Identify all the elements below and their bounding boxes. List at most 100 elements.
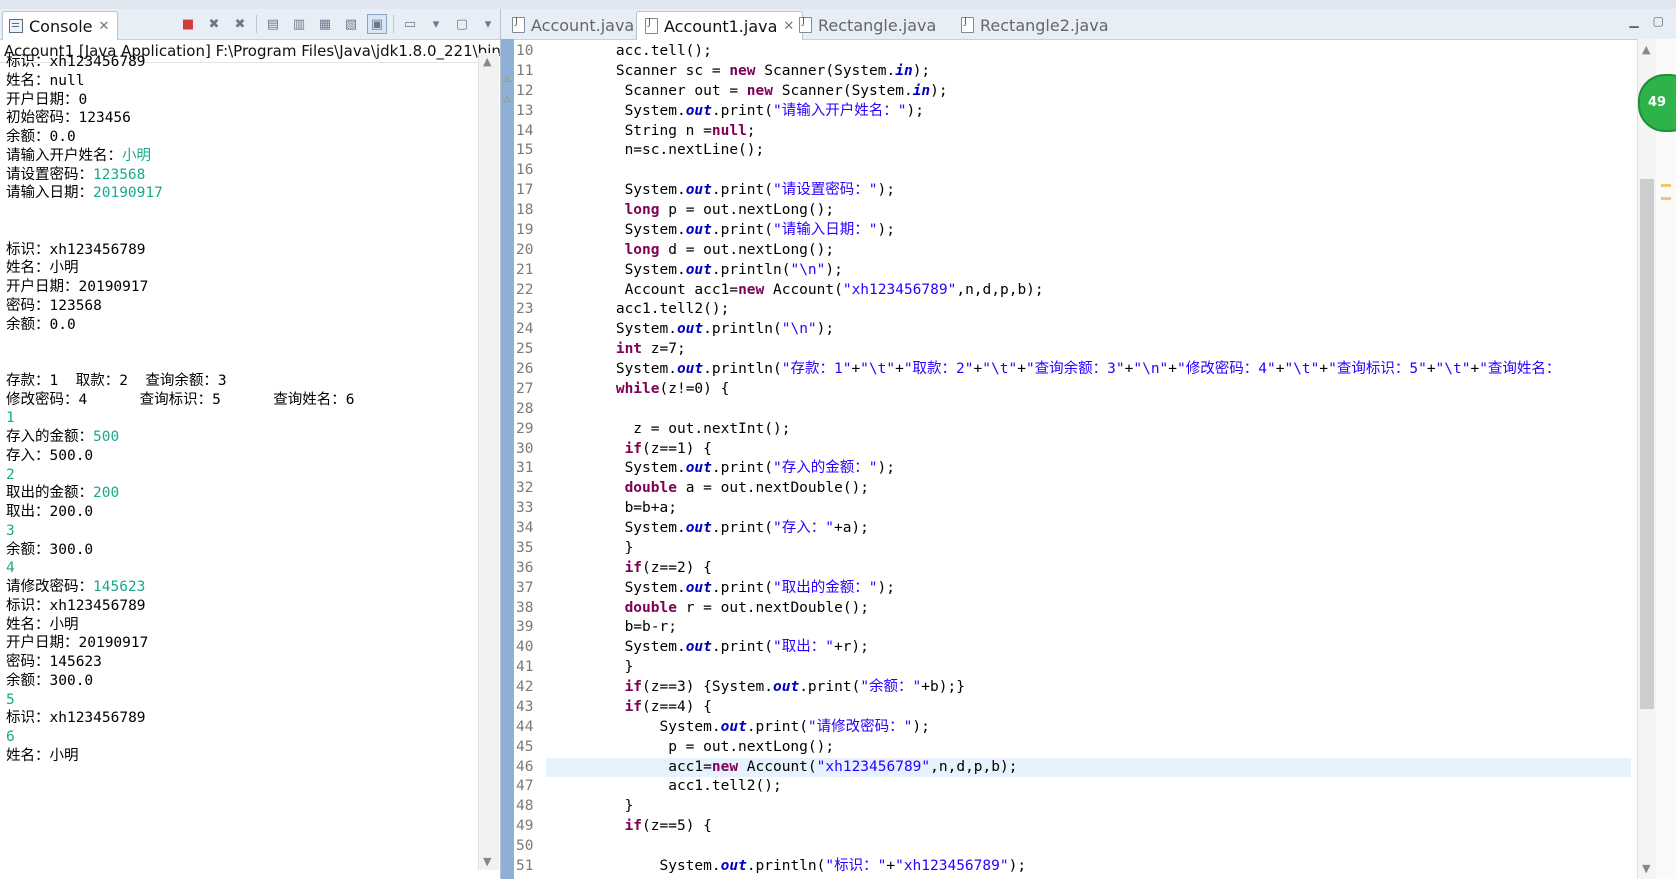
console-line: 存款：1 取款：2 查询余额：3 [0,372,478,391]
console-line: 请设置密码：123568 [0,166,478,185]
code-line[interactable]: System.out.print("请输入开户姓名："); [546,102,1631,122]
code-line[interactable]: p = out.nextLong(); [546,738,1631,758]
code-line[interactable]: Scanner sc = new Scanner(System.in); [546,62,1631,82]
code-line[interactable] [546,837,1631,857]
scroll-down-icon[interactable]: ▼ [483,855,491,868]
tab-account1-java[interactable]: Account1.java ✕ [636,11,804,40]
code-line[interactable]: long d = out.nextLong(); [546,241,1631,261]
pin-console-icon[interactable]: ▣ [367,14,387,34]
code-line[interactable]: String n =null; [546,122,1631,142]
tab-rectangle2-java[interactable]: Rectangle2.java [953,11,1117,39]
toolbar-separator [256,15,257,33]
editor-view: Account.java Account1.java ✕ Rectangle.j… [501,9,1676,879]
console-line: 请输入开户姓名：小明 [0,147,478,166]
code-line[interactable]: } [546,539,1631,559]
code-line[interactable]: System.out.print("取出："+r); [546,638,1631,658]
word-wrap-icon[interactable]: ▦ [315,14,335,34]
console-line: 姓名：null [0,72,478,91]
scroll-up-icon[interactable]: ▲ [1642,43,1650,56]
line-number: 29 [516,420,534,437]
chevron-down-icon[interactable]: ▾ [478,14,498,34]
code-line[interactable]: acc.tell(); [546,42,1631,62]
code-area[interactable]: acc.tell(); Scanner sc = new Scanner(Sys… [546,42,1631,877]
code-line[interactable]: System.out.print("请修改密码："); [546,718,1631,738]
annotation-ruler[interactable]: ⚠ ⚠ [501,39,514,879]
editor-scrollbar[interactable]: ▲ ▼ [1637,39,1656,879]
remove-launch-icon[interactable]: ✖ [204,14,224,34]
code-line[interactable]: if(z==1) { [546,440,1631,460]
code-line[interactable]: System.out.println("\n"); [546,261,1631,281]
line-number: 48 [516,798,534,815]
maximize-icon[interactable]: ▢ [1653,14,1664,28]
open-console-icon[interactable]: ▢ [452,14,472,34]
code-line[interactable]: b=b-r; [546,618,1631,638]
chevron-down-icon[interactable]: ▾ [426,14,446,34]
code-line[interactable]: Account acc1=new Account("xh123456789",n… [546,281,1631,301]
warning-icon[interactable]: ⚠ [503,75,513,85]
line-number: 40 [516,639,534,656]
line-number: 21 [516,261,534,278]
warning-marker[interactable] [1661,184,1671,187]
console-line: 姓名：小明 [0,259,478,278]
line-number: 27 [516,380,534,397]
code-line[interactable]: while(z!=0) { [546,380,1631,400]
remove-all-icon[interactable]: ✖ [230,14,250,34]
code-line[interactable]: System.out.println("\n"); [546,320,1631,340]
scrollbar-thumb[interactable] [1640,179,1654,709]
code-line[interactable]: } [546,797,1631,817]
code-line[interactable]: Scanner out = new Scanner(System.in); [546,82,1631,102]
warning-marker[interactable] [1661,197,1671,200]
console-user-input: 5 [6,691,15,708]
code-line[interactable]: System.out.print("存入："+a); [546,519,1631,539]
line-number: 23 [516,301,534,318]
tab-console[interactable]: Console ✕ [2,11,119,40]
console-output[interactable]: 标识：xh123456789 姓名：null 开户日期：0 初始密码：123456 余额… [0,53,478,870]
code-line[interactable]: System.out.print("存入的金额："); [546,459,1631,479]
code-line[interactable]: if(z==2) { [546,559,1631,579]
code-line[interactable]: System.out.print("请输入日期："); [546,221,1631,241]
tab-label: Rectangle.java [818,15,937,35]
code-line[interactable]: } [546,658,1631,678]
code-line[interactable]: int z=7; [546,340,1631,360]
scroll-up-icon[interactable]: ▲ [483,55,491,68]
code-line[interactable]: double r = out.nextDouble(); [546,599,1631,619]
code-line[interactable]: long p = out.nextLong(); [546,201,1631,221]
code-line[interactable]: if(z==5) { [546,817,1631,837]
code-line[interactable]: System.out.println("存款：1"+"\t"+"取款：2"+"\… [546,360,1631,380]
terminate-icon[interactable]: ■ [178,14,198,34]
code-line[interactable]: acc1.tell2(); [546,300,1631,320]
console-line-text: 密码：145623 [6,654,102,670]
line-number: 43 [516,698,534,715]
code-line[interactable]: if(z==4) { [546,698,1631,718]
code-line[interactable] [546,161,1631,181]
minimize-icon[interactable]: ▁ [1629,14,1638,28]
console-line-text: 修改密码：4 查询标识：5 查询姓名：6 [6,391,355,408]
close-icon[interactable]: ✕ [99,19,110,34]
console-line: 请修改密码：145623 [0,578,478,597]
code-line[interactable]: double a = out.nextDouble(); [546,479,1631,499]
clear-console-icon[interactable]: ▤ [263,14,283,34]
code-line[interactable]: System.out.print("请设置密码："); [546,181,1631,201]
tab-account-java[interactable]: Account.java [504,11,642,39]
code-line[interactable]: System.out.print("取出的金额："); [546,579,1631,599]
code-line[interactable]: acc1.tell2(); [546,777,1631,797]
overview-ruler[interactable] [1656,39,1676,879]
scroll-lock-icon[interactable]: ▥ [289,14,309,34]
code-line[interactable] [546,400,1631,420]
code-line[interactable]: if(z==3) {System.out.print("余额："+b);} [546,678,1631,698]
display-console-icon[interactable]: ▭ [400,14,420,34]
code-line[interactable]: System.out.println("标识："+"xh123456789"); [546,857,1631,877]
code-line[interactable]: acc1=new Account("xh123456789",n,d,p,b); [546,757,1631,778]
code-line[interactable]: n=sc.nextLine(); [546,141,1631,161]
console-scrollbar[interactable]: ▲ ▼ [478,53,499,870]
scroll-down-icon[interactable]: ▼ [1642,862,1650,875]
console-line-text: 开户日期：20190917 [6,635,149,652]
warning-icon[interactable]: ⚠ [503,95,513,105]
code-line[interactable]: b=b+a; [546,499,1631,519]
java-file-icon [799,16,812,33]
line-number: 24 [516,321,534,338]
tab-rectangle-java[interactable]: Rectangle.java [791,11,944,39]
line-number: 34 [516,520,534,536]
show-on-output-icon[interactable]: ▧ [341,14,361,34]
code-line[interactable]: z = out.nextInt(); [546,420,1631,440]
